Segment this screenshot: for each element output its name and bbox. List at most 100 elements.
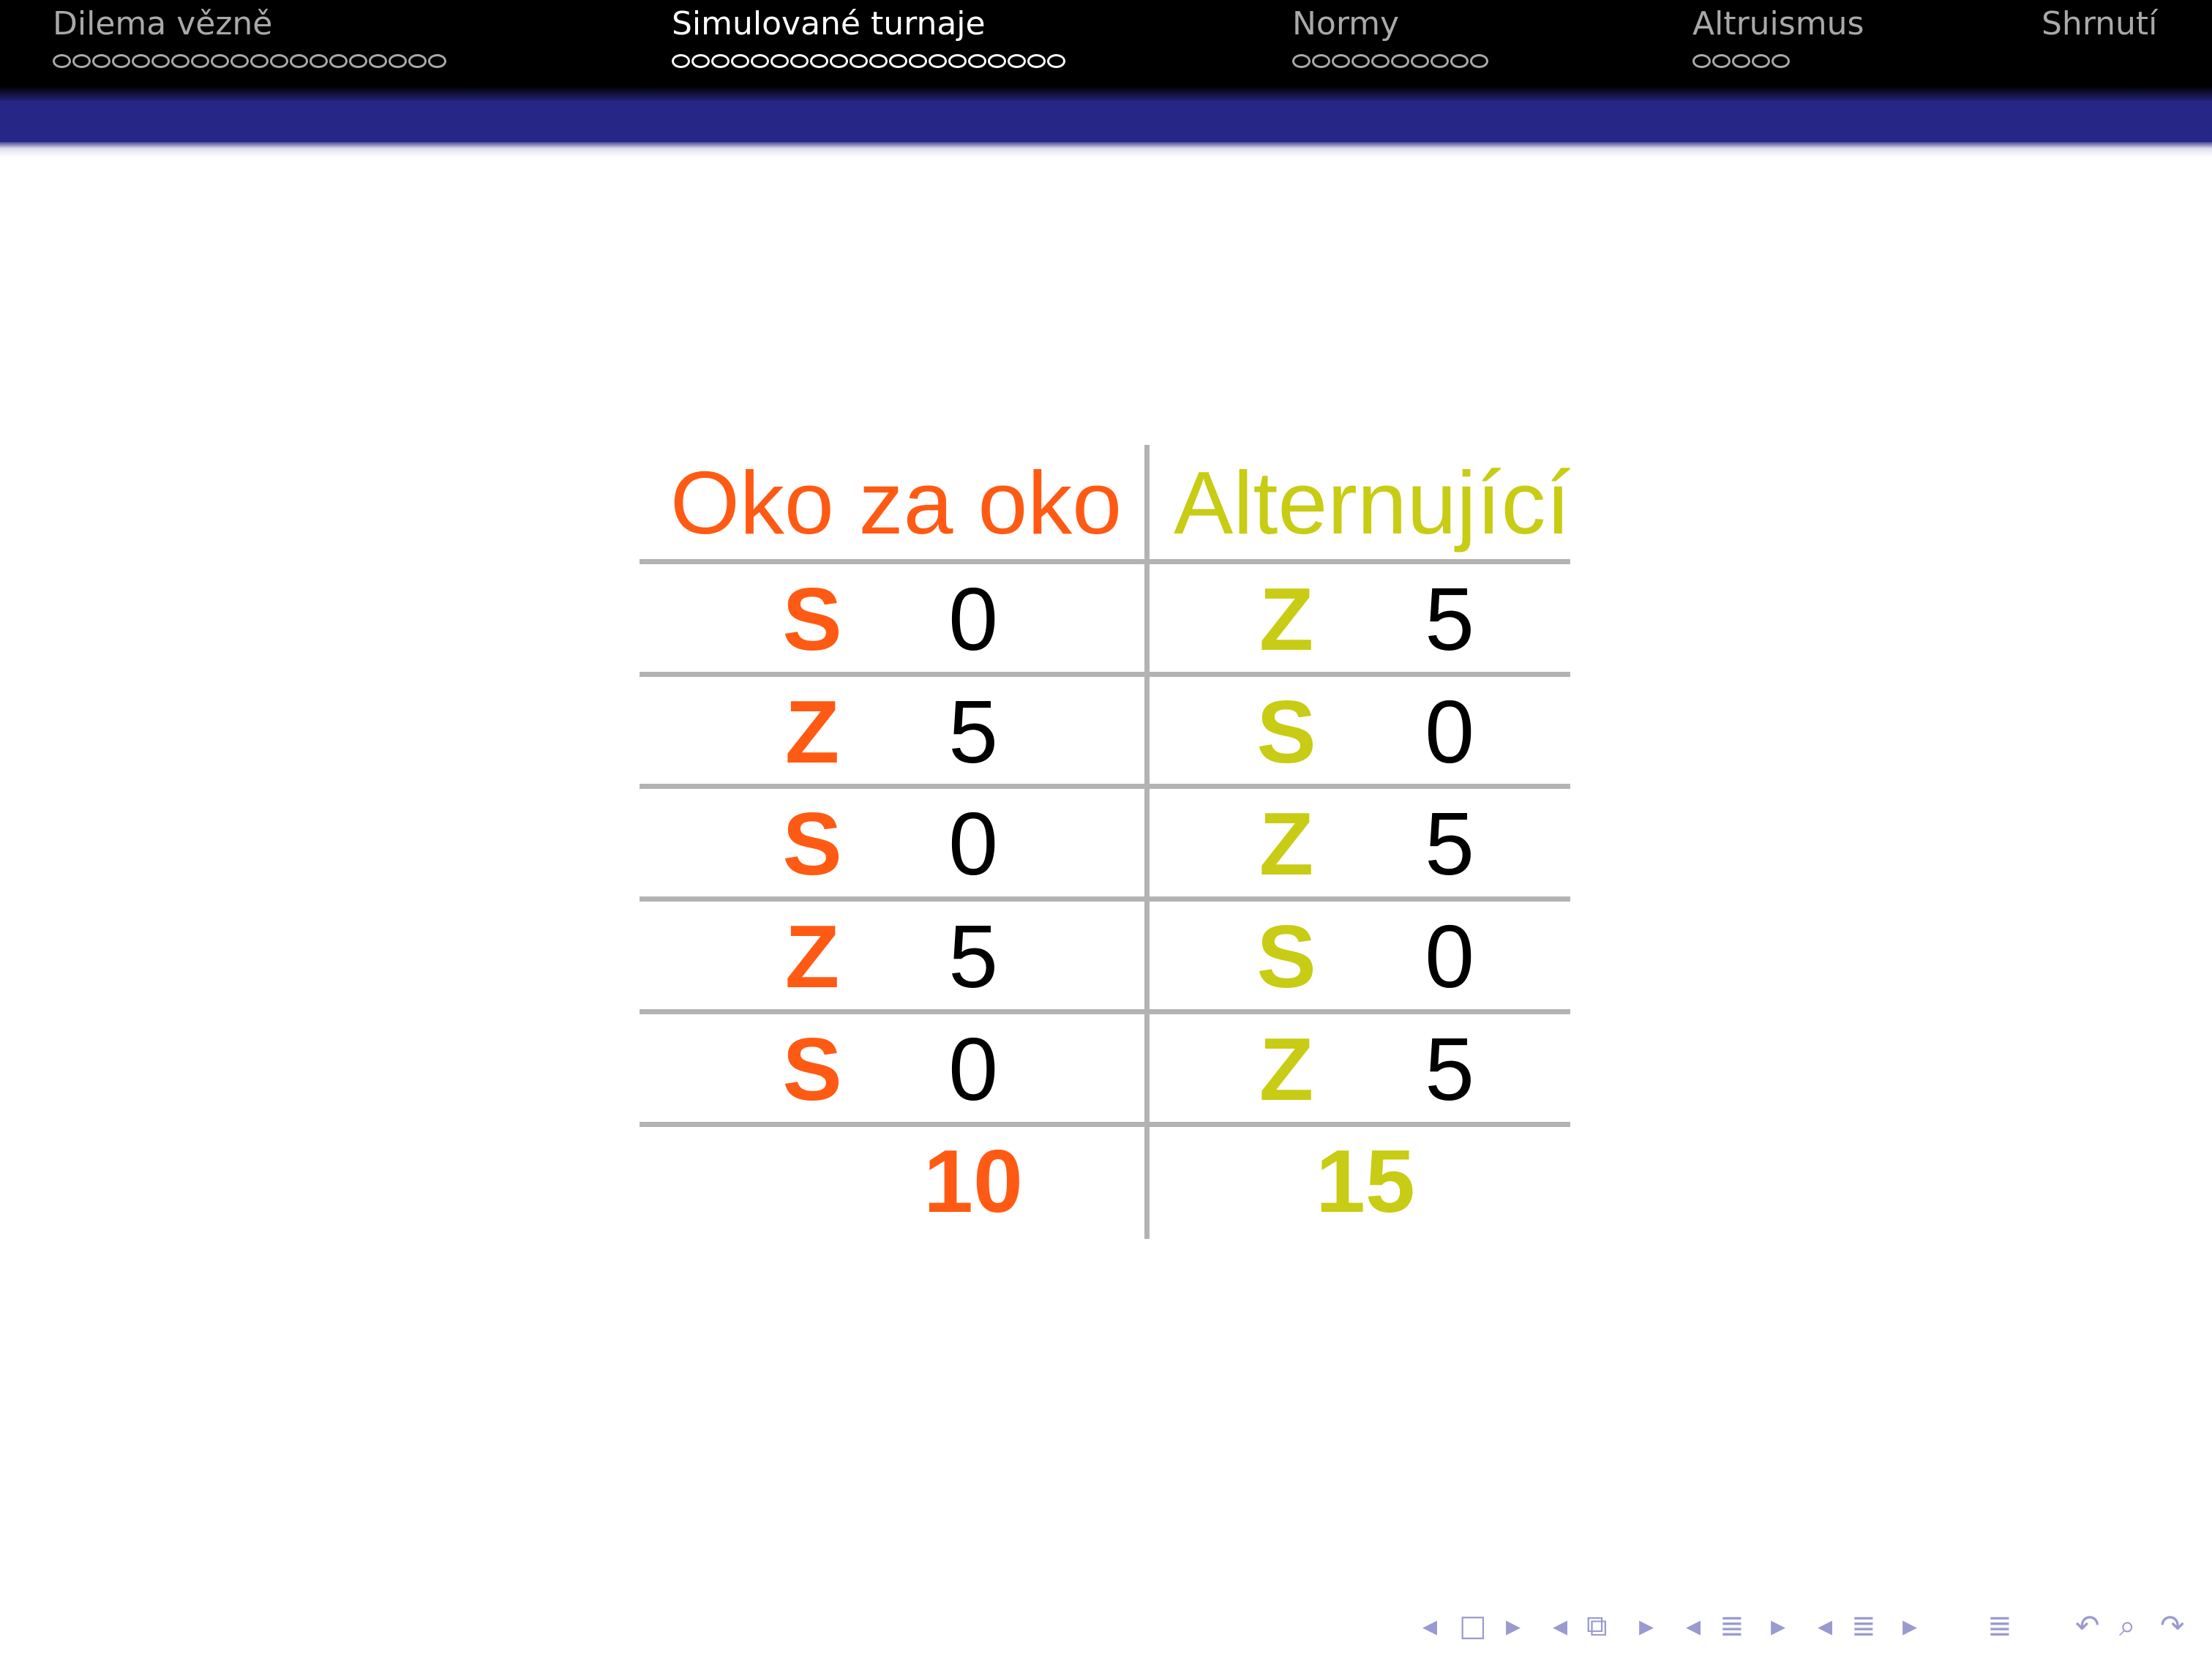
arrow-left-icon[interactable]: ◂ <box>1553 1604 1567 1648</box>
frame-dot[interactable] <box>290 53 308 68</box>
frame-dot[interactable] <box>929 53 947 68</box>
points-cell: 5 <box>1425 1019 1474 1119</box>
nav-section-dilema[interactable]: Dilema vězně <box>53 3 446 83</box>
section-title[interactable]: Simulované turnaje <box>672 3 1065 45</box>
points-cell: 0 <box>948 569 998 669</box>
section-title[interactable]: Normy <box>1292 3 1488 45</box>
arrow-right-icon[interactable]: ▸ <box>1506 1604 1521 1648</box>
frame-dot[interactable] <box>1047 53 1065 68</box>
frame-dot[interactable] <box>731 53 749 68</box>
frame-dot[interactable] <box>771 53 789 68</box>
frame-dot[interactable] <box>1411 53 1429 68</box>
points-cell: 0 <box>1425 682 1474 782</box>
payoff-table: Oko za oko Alternující S 0 Z 5 S 0 Z 5 S… <box>640 445 1570 1239</box>
move-cell: S <box>1256 682 1316 782</box>
frame-dot[interactable] <box>270 53 288 68</box>
frame-dot[interactable] <box>1292 53 1311 68</box>
frame-dot[interactable] <box>1431 53 1449 68</box>
frame-dot[interactable] <box>191 53 209 68</box>
subsection-icon[interactable]: ≣ <box>1720 1604 1744 1648</box>
frame-dot[interactable] <box>1371 53 1390 68</box>
frame-dot[interactable] <box>1027 53 1046 68</box>
section-frame-dots[interactable] <box>53 50 446 72</box>
header-fade <box>0 86 2212 102</box>
strategy-header-right: Alternující <box>1174 453 1571 553</box>
frame-dot[interactable] <box>968 53 986 68</box>
move-cell: Z <box>1259 1019 1314 1119</box>
frame-dot[interactable] <box>1732 53 1750 68</box>
frame-dot[interactable] <box>211 53 229 68</box>
frame-dot[interactable] <box>948 53 967 68</box>
section-title[interactable]: Shrnutí <box>2042 3 2157 45</box>
frame-dot[interactable] <box>408 53 427 68</box>
frame-dot[interactable] <box>310 53 328 68</box>
redo-icon[interactable]: ↷ <box>2160 1604 2185 1648</box>
arrow-right-icon[interactable]: ▸ <box>1639 1604 1654 1648</box>
frame-icon[interactable]: □ <box>1459 1604 1487 1648</box>
section-icon[interactable]: ≣ <box>1851 1604 1876 1648</box>
frame-dot[interactable] <box>850 53 868 68</box>
nav-section-shrnuti[interactable]: Shrnutí <box>2042 3 2157 83</box>
move-cell: S <box>782 794 842 894</box>
frame-dot[interactable] <box>1772 53 1790 68</box>
total-left: 10 <box>923 1131 1023 1231</box>
points-cell: 0 <box>948 794 998 894</box>
section-title[interactable]: Altruismus <box>1692 3 1864 45</box>
section-frame-dots[interactable] <box>672 50 1065 72</box>
frame-dot[interactable] <box>830 53 848 68</box>
frame-dot[interactable] <box>112 53 130 68</box>
arrow-left-icon[interactable]: ◂ <box>1818 1604 1832 1648</box>
frame-dot[interactable] <box>1391 53 1409 68</box>
arrow-right-icon[interactable]: ▸ <box>1771 1604 1785 1648</box>
frame-dot[interactable] <box>1312 53 1330 68</box>
section-title[interactable]: Dilema vězně <box>53 3 446 45</box>
move-cell: Z <box>1259 569 1314 669</box>
search-icon[interactable]: ⌕ <box>2119 1604 2135 1648</box>
frame-dot[interactable] <box>369 53 387 68</box>
frame-dot[interactable] <box>1692 53 1711 68</box>
section-frame-dots[interactable] <box>1292 50 1488 72</box>
frame-dot[interactable] <box>250 53 269 68</box>
undo-icon[interactable]: ↶ <box>2075 1604 2100 1648</box>
section-frame-dots[interactable] <box>1692 50 1864 72</box>
frame-dot[interactable] <box>790 53 809 68</box>
arrow-left-icon[interactable]: ◂ <box>1422 1604 1437 1648</box>
frame-dot[interactable] <box>1752 53 1770 68</box>
frame-dot[interactable] <box>1332 53 1350 68</box>
frame-dot[interactable] <box>1351 53 1370 68</box>
frame-dot[interactable] <box>389 53 407 68</box>
nav-section-altruismus[interactable]: Altruismus <box>1692 3 1864 83</box>
frame-dot[interactable] <box>711 53 730 68</box>
frame-dot[interactable] <box>72 53 91 68</box>
arrow-left-icon[interactable]: ◂ <box>1686 1604 1701 1648</box>
frame-dot[interactable] <box>92 53 110 68</box>
frame-dot[interactable] <box>889 53 907 68</box>
frame-dot[interactable] <box>329 53 348 68</box>
frame-dot[interactable] <box>230 53 249 68</box>
nav-section-normy[interactable]: Normy <box>1292 3 1488 83</box>
frame-dot[interactable] <box>53 53 71 68</box>
frame-dot[interactable] <box>1470 53 1488 68</box>
frame-dot[interactable] <box>1712 53 1731 68</box>
points-cell: 5 <box>948 907 998 1006</box>
frame-dot[interactable] <box>428 53 446 68</box>
frame-dot[interactable] <box>1008 53 1026 68</box>
frame-dot[interactable] <box>909 53 927 68</box>
frame-dot[interactable] <box>151 53 170 68</box>
frame-dot[interactable] <box>132 53 150 68</box>
frame-dot[interactable] <box>691 53 710 68</box>
frame-dot[interactable] <box>869 53 888 68</box>
frame-dot[interactable] <box>810 53 828 68</box>
arrow-right-icon[interactable]: ▸ <box>1902 1604 1917 1648</box>
frame-dot[interactable] <box>171 53 190 68</box>
frame-dot[interactable] <box>988 53 1006 68</box>
frame-dot[interactable] <box>751 53 769 68</box>
align-icon[interactable]: ≣ <box>1987 1604 2012 1648</box>
frame-dot[interactable] <box>672 53 690 68</box>
points-cell: 5 <box>1425 569 1474 669</box>
nav-section-turnaje[interactable]: Simulované turnaje <box>672 3 1065 83</box>
points-cell: 0 <box>1425 907 1474 1006</box>
frame-dot[interactable] <box>1450 53 1469 68</box>
frame-dot[interactable] <box>349 53 367 68</box>
frame-stack-icon[interactable]: ⧉ <box>1586 1604 1608 1648</box>
